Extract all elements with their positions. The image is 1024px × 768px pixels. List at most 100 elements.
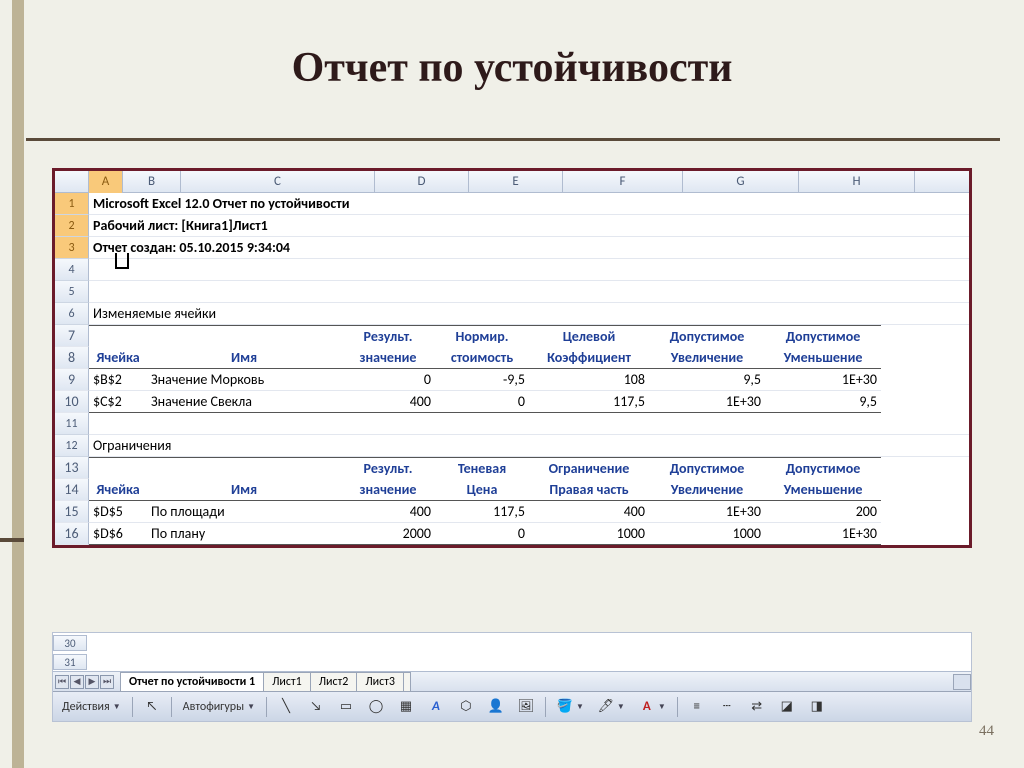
cell[interactable]: Значение Свекла bbox=[147, 391, 341, 413]
col-header-h[interactable]: H bbox=[799, 171, 915, 193]
cell[interactable]: $B$2 bbox=[89, 369, 147, 391]
hd-obj: Целевой bbox=[529, 325, 649, 347]
title-rule bbox=[26, 138, 1000, 141]
line-icon[interactable]: ╲ bbox=[273, 696, 299, 718]
drawing-toolbar: Действия▼ ↖ Автофигуры▼ ╲ ↘ ▭ ◯ ▦ A ⬡ 👤 … bbox=[53, 691, 971, 721]
col-header-a[interactable]: A bbox=[89, 171, 123, 193]
excel-report-frame: A B C D E F G H 1 Microsoft Excel 12.0 О… bbox=[52, 168, 972, 548]
row-header-10[interactable]: 10 bbox=[55, 391, 89, 413]
row-header-7[interactable]: 7 bbox=[55, 325, 89, 347]
arrow-style-icon[interactable]: ⇄ bbox=[744, 696, 770, 718]
dash-style-icon[interactable]: ┄ bbox=[714, 696, 740, 718]
clipart-icon[interactable]: 👤 bbox=[483, 696, 509, 718]
cell[interactable]: Значение Морковь bbox=[147, 369, 341, 391]
col-header-g[interactable]: G bbox=[683, 171, 799, 193]
cell[interactable]: 1E+30 bbox=[765, 523, 881, 545]
line-style-icon[interactable]: ≡ bbox=[684, 696, 710, 718]
row-header-8[interactable]: 8 bbox=[55, 347, 89, 369]
3d-style-icon[interactable]: ◨ bbox=[804, 696, 830, 718]
cell[interactable]: 1000 bbox=[649, 523, 765, 545]
col-header-d[interactable]: D bbox=[375, 171, 469, 193]
cell[interactable]: -9,5 bbox=[435, 369, 529, 391]
cell[interactable]: 108 bbox=[529, 369, 649, 391]
cell[interactable]: По площади bbox=[147, 501, 341, 523]
section-vars: Изменяемые ячейки bbox=[93, 303, 216, 325]
row-header-11[interactable]: 11 bbox=[55, 413, 89, 435]
font-color-icon[interactable]: A▼ bbox=[634, 696, 671, 718]
cell[interactable]: $C$2 bbox=[89, 391, 147, 413]
cell[interactable]: 1E+30 bbox=[649, 391, 765, 413]
cell[interactable]: По плану bbox=[147, 523, 341, 545]
row-header-3[interactable]: 3 bbox=[55, 237, 89, 259]
diagram-icon[interactable]: ⬡ bbox=[453, 696, 479, 718]
cell[interactable]: 1E+30 bbox=[765, 369, 881, 391]
cell[interactable]: 0 bbox=[435, 391, 529, 413]
excel-bottom-frame: 30 31 ⏮ ◀ ▶ ⏭ Отчет по устойчивости 1 Ли… bbox=[52, 632, 972, 722]
cell[interactable]: 9,5 bbox=[765, 391, 881, 413]
row-header-1[interactable]: 1 bbox=[55, 193, 89, 215]
cell-cursor bbox=[115, 253, 129, 269]
cell[interactable]: 2000 bbox=[341, 523, 435, 545]
select-objects-icon[interactable]: ↖ bbox=[139, 696, 165, 718]
row-header-30[interactable]: 30 bbox=[53, 635, 87, 651]
row-header-15[interactable]: 15 bbox=[55, 501, 89, 523]
row-header-16[interactable]: 16 bbox=[55, 523, 89, 545]
cell[interactable]: 400 bbox=[529, 501, 649, 523]
hscroll-right-icon[interactable] bbox=[953, 674, 971, 690]
tab-nav-next-icon[interactable]: ▶ bbox=[85, 675, 99, 689]
row-header-9[interactable]: 9 bbox=[55, 369, 89, 391]
col-header-f[interactable]: F bbox=[563, 171, 683, 193]
rectangle-icon[interactable]: ▭ bbox=[333, 696, 359, 718]
sheet-tab-4[interactable]: Лист3 bbox=[356, 672, 404, 691]
report-title: Microsoft Excel 12.0 Отчет по устойчивос… bbox=[93, 193, 350, 215]
section-constraints: Ограничения bbox=[93, 435, 171, 457]
row-header-31[interactable]: 31 bbox=[53, 654, 87, 670]
cell[interactable]: 9,5 bbox=[649, 369, 765, 391]
cell[interactable]: 0 bbox=[435, 523, 529, 545]
cell[interactable]: 400 bbox=[341, 391, 435, 413]
cell[interactable]: 400 bbox=[341, 501, 435, 523]
fill-color-icon[interactable]: 🪣▼ bbox=[552, 696, 589, 718]
hd-norm: Нормир. bbox=[435, 325, 529, 347]
column-header-row: A B C D E F G H bbox=[55, 171, 969, 193]
select-all-corner[interactable] bbox=[55, 171, 89, 193]
wordart-icon[interactable]: A bbox=[423, 696, 449, 718]
oval-icon[interactable]: ◯ bbox=[363, 696, 389, 718]
sheet-tab-2[interactable]: Лист1 bbox=[263, 672, 311, 691]
cons-header-row: 13 Результ. Теневая Ограничение Допустим… bbox=[55, 457, 969, 501]
col-header-b[interactable]: B bbox=[123, 171, 181, 193]
cell[interactable]: $D$5 bbox=[89, 501, 147, 523]
tab-nav-prev-icon[interactable]: ◀ bbox=[70, 675, 84, 689]
hd-result: Результ. bbox=[341, 325, 435, 347]
cell[interactable]: 0 bbox=[341, 369, 435, 391]
row-header-5[interactable]: 5 bbox=[55, 281, 89, 303]
col-header-c[interactable]: C bbox=[181, 171, 375, 193]
line-color-icon[interactable]: 🖊▼ bbox=[593, 696, 630, 718]
textbox-icon[interactable]: ▦ bbox=[393, 696, 419, 718]
sheet-tab-active[interactable]: Отчет по устойчивости 1 bbox=[120, 672, 264, 691]
cell[interactable]: 1E+30 bbox=[649, 501, 765, 523]
row-header-4[interactable]: 4 bbox=[55, 259, 89, 281]
col-header-e[interactable]: E bbox=[469, 171, 563, 193]
cell[interactable]: 200 bbox=[765, 501, 881, 523]
hd-inc: Допустимое bbox=[649, 325, 765, 347]
sheet-tab-3[interactable]: Лист2 bbox=[310, 672, 358, 691]
sheet-tab-end bbox=[403, 672, 411, 691]
actions-menu-button[interactable]: Действия▼ bbox=[57, 697, 126, 717]
row-header-14[interactable]: 14 bbox=[55, 479, 89, 501]
insert-picture-icon[interactable]: 🖼 bbox=[513, 696, 539, 718]
cell[interactable]: $D$6 bbox=[89, 523, 147, 545]
row-header-13[interactable]: 13 bbox=[55, 457, 89, 479]
cell[interactable]: 1000 bbox=[529, 523, 649, 545]
autoshapes-menu-button[interactable]: Автофигуры▼ bbox=[178, 697, 260, 717]
cons-data: 15 $D$5 По площади 400 117,5 400 1E+30 2… bbox=[55, 501, 969, 545]
tab-nav-last-icon[interactable]: ⏭ bbox=[100, 675, 114, 689]
cell[interactable]: 117,5 bbox=[529, 391, 649, 413]
shadow-style-icon[interactable]: ◪ bbox=[774, 696, 800, 718]
row-header-6[interactable]: 6 bbox=[55, 303, 89, 325]
arrow-icon[interactable]: ↘ bbox=[303, 696, 329, 718]
row-header-12[interactable]: 12 bbox=[55, 435, 89, 457]
row-header-2[interactable]: 2 bbox=[55, 215, 89, 237]
cell[interactable]: 117,5 bbox=[435, 501, 529, 523]
tab-nav-first-icon[interactable]: ⏮ bbox=[55, 675, 69, 689]
